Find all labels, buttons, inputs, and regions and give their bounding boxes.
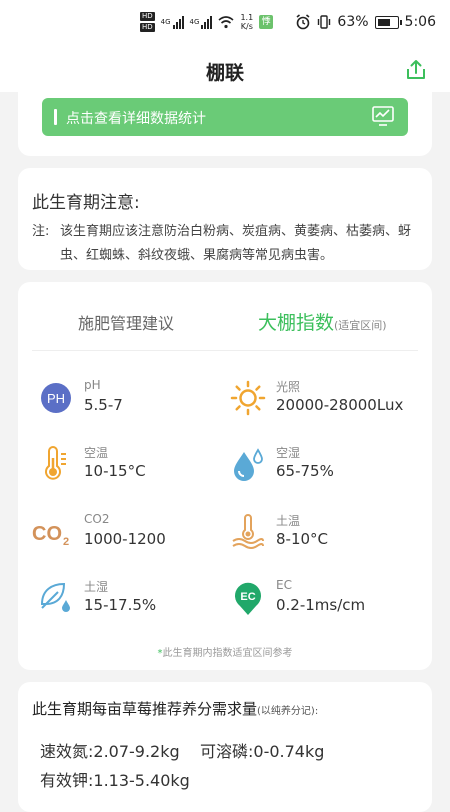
nutrient-heading-text: 此生育期每亩草莓推荐养分需求量 <box>32 700 258 718</box>
nitrogen-value: 速效氮:2.07-9.2kg <box>40 742 180 761</box>
tab-fertilizer-advice[interactable]: 施肥管理建议 <box>78 310 174 334</box>
potassium-value: 有效钾:1.13-5.40kg <box>40 771 190 790</box>
speed-value: 1.1 <box>240 13 254 22</box>
hd-badge-1: HD <box>140 12 155 21</box>
metric-name: CO2 <box>84 512 110 526</box>
hd-badge-2: HD <box>140 23 155 32</box>
divider <box>32 350 418 351</box>
vibrate-icon <box>318 15 331 29</box>
page-title: 棚联 <box>205 62 244 84</box>
svg-text:EC: EC <box>240 591 255 603</box>
metric-name: 光照 <box>276 380 301 394</box>
nutrient-heading-suffix: (以纯养分记): <box>257 706 319 717</box>
greenhouse-index-card: 施肥管理建议 大棚指数(适宜区间) PH pH 5.5-7 光照 20000-2… <box>18 282 432 670</box>
stage-notice-card: 此生育期注意: 注: 该生育期应该注意防治白粉病、炭疽病、黄萎病、枯萎病、蚜虫、… <box>18 168 432 270</box>
metric-name: 空温 <box>84 446 109 460</box>
index-tabs: 施肥管理建议 大棚指数(适宜区间) <box>18 306 432 346</box>
stage-notice-note: 注: 该生育期应该注意防治白粉病、炭疽病、黄萎病、枯萎病、蚜虫、红蜘蛛、斜纹夜蛾… <box>32 220 412 268</box>
metric-name: EC <box>276 578 292 592</box>
metric-value: 65-75% <box>276 462 334 480</box>
leaf-water-icon <box>40 582 70 612</box>
metric-co2: CO 2 CO2 1000-1200 <box>32 512 222 562</box>
nutrient-card: 此生育期每亩草莓推荐养分需求量(以纯养分记): 速效氮:2.07-9.2kg 可… <box>18 682 432 812</box>
metric-name: pH <box>84 378 101 392</box>
tab-greenhouse-index-label: 大棚指数 <box>258 312 335 334</box>
view-stats-button[interactable]: 点击查看详细数据统计 <box>42 98 408 136</box>
metric-light: 光照 20000-28000Lux <box>230 378 420 428</box>
metric-value: 1000-1200 <box>84 530 166 548</box>
tab-greenhouse-index[interactable]: 大棚指数(适宜区间) <box>258 308 387 335</box>
tab-greenhouse-index-suffix: (适宜区间) <box>334 319 387 332</box>
sun-icon <box>230 380 266 416</box>
alarm-icon <box>296 14 310 30</box>
metric-air-humidity: 空湿 65-75% <box>230 444 420 494</box>
hd-indicators: HD HD <box>140 12 155 32</box>
clock: 5:06 <box>404 14 436 30</box>
view-stats-label: 点击查看详细数据统计 <box>66 111 206 127</box>
metric-value: 8-10°C <box>276 530 329 548</box>
status-bar: HD HD 4G 4G 1.1 K/s 悸 63% 5:06 <box>0 0 450 48</box>
note-prefix: 注: <box>32 224 50 239</box>
status-left: HD HD 4G 4G 1.1 K/s 悸 <box>140 12 274 32</box>
footnote-text: 此生育期内指数适宜区间参考 <box>162 648 293 659</box>
nutrient-heading: 此生育期每亩草莓推荐养分需求量(以纯养分记): <box>32 698 318 719</box>
ph-icon: PH <box>41 383 71 413</box>
signal-icon-1 <box>172 15 184 29</box>
metric-value: 0.2-1ms/cm <box>276 596 366 614</box>
phosphorus-value: 可溶磷:0-0.74kg <box>200 742 325 761</box>
battery-icon <box>374 15 402 29</box>
index-footnote: *此生育期内指数适宜区间参考 <box>18 644 432 659</box>
metric-air-temperature: 空温 10-15°C <box>38 444 228 494</box>
metric-name: 空湿 <box>276 446 301 460</box>
svg-text:CO: CO <box>32 523 62 545</box>
status-right: 63% 5:06 <box>295 14 436 30</box>
thermometer-icon <box>45 446 66 480</box>
metric-ec: EC EC 0.2-1ms/cm <box>230 578 420 628</box>
accent-bar <box>54 109 57 125</box>
metric-soil-humidity: 土湿 15-17.5% <box>38 578 228 628</box>
title-bar: 棚联 <box>0 48 450 92</box>
metric-name: 土温 <box>276 514 301 528</box>
app-notification-icon: 悸 <box>259 15 274 29</box>
signal-icon-2 <box>201 15 213 29</box>
stats-card: 点击查看详细数据统计 <box>18 92 432 156</box>
ec-pin-icon: EC <box>235 582 261 615</box>
network-type-1: 4G <box>160 18 171 26</box>
humidity-drop-icon <box>234 448 263 481</box>
metric-value: 5.5-7 <box>84 396 123 414</box>
metric-soil-temperature: 土温 8-10°C <box>230 512 420 562</box>
network-speed: 1.1 K/s <box>240 13 253 31</box>
stage-notice-heading: 此生育期注意: <box>32 193 140 213</box>
metric-value: 10-15°C <box>84 462 146 480</box>
metric-name: 土湿 <box>84 580 109 594</box>
monitor-chart-icon <box>372 106 394 126</box>
battery-percent: 63% <box>337 14 369 30</box>
co2-icon: CO 2 <box>32 523 69 548</box>
wifi-icon <box>218 16 234 29</box>
metric-value: 20000-28000Lux <box>276 396 404 414</box>
speed-unit: K/s <box>240 22 253 31</box>
metric-value: 15-17.5% <box>84 596 157 614</box>
svg-text:2: 2 <box>63 536 69 548</box>
network-type-2: 4G <box>189 18 200 26</box>
svg-text:PH: PH <box>47 391 65 406</box>
soil-temperature-icon <box>232 514 264 549</box>
share-icon[interactable] <box>404 58 428 82</box>
metric-ph: PH pH 5.5-7 <box>38 378 228 428</box>
note-text: 该生育期应该注意防治白粉病、炭疽病、黄萎病、枯萎病、蚜虫、红蜘蛛、斜纹夜蛾、果腐… <box>60 224 412 263</box>
